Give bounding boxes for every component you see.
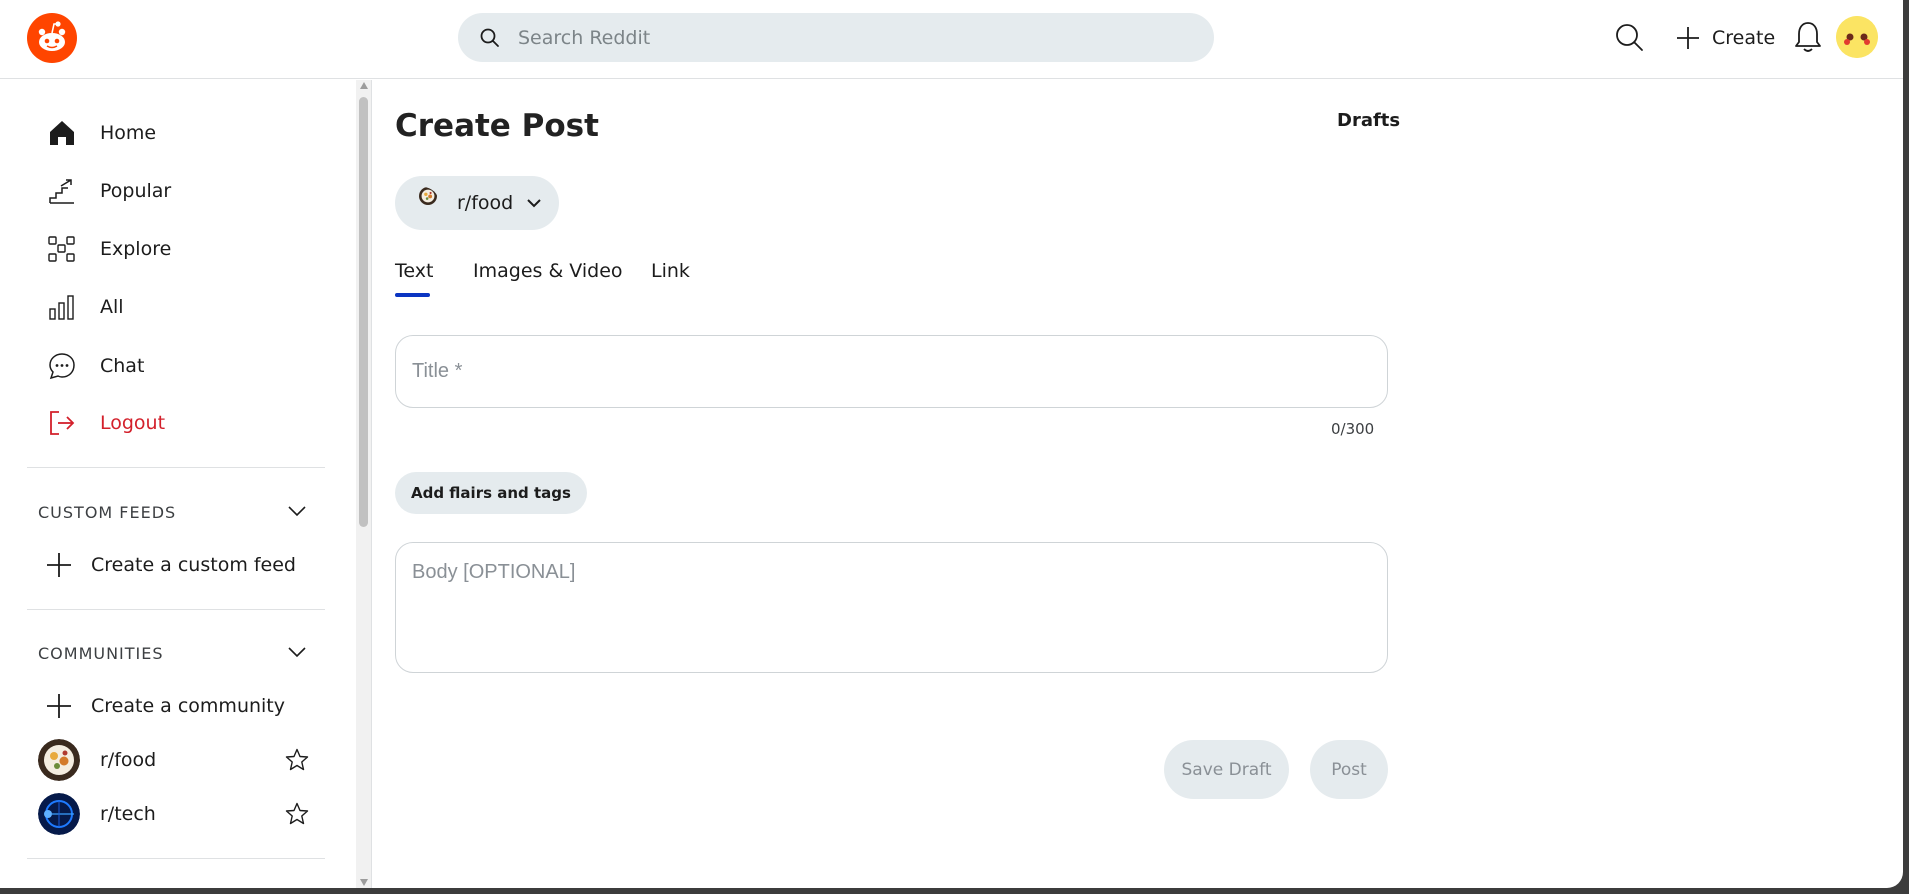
- tab-images-video[interactable]: Images & Video: [473, 260, 623, 282]
- plus-icon: [47, 553, 71, 577]
- explore-icon: [48, 236, 75, 262]
- logout-icon: [50, 411, 75, 435]
- title-input[interactable]: [395, 335, 1388, 408]
- community-item-tech[interactable]: r/tech: [38, 792, 310, 836]
- food-avatar-icon: [419, 187, 437, 205]
- star-icon[interactable]: [284, 801, 310, 827]
- selected-community-name: r/food: [457, 192, 514, 214]
- scroll-down-arrow-icon[interactable]: [360, 879, 368, 886]
- community-name: r/food: [100, 749, 157, 771]
- create-button[interactable]: Create: [1674, 22, 1775, 54]
- create-custom-feed-label: Create a custom feed: [91, 554, 296, 576]
- all-icon: [49, 295, 74, 320]
- food-avatar-icon: [38, 739, 80, 781]
- sidebar-item-label: Popular: [100, 180, 172, 202]
- sidebar-item-label: All: [100, 296, 124, 318]
- title-char-counter: 0/300: [1331, 420, 1375, 438]
- sidebar-divider: [27, 467, 325, 468]
- home-icon: [50, 121, 74, 145]
- sidebar-item-label: Home: [100, 122, 157, 144]
- top-header: Search Reddit Create: [0, 0, 1903, 79]
- plus-icon: [47, 694, 71, 718]
- scroll-up-arrow-icon[interactable]: [360, 82, 368, 89]
- reddit-logo-icon[interactable]: [27, 13, 77, 63]
- chat-icon: [49, 353, 75, 380]
- plus-icon: [1677, 27, 1699, 49]
- left-sidebar: Home Popular Explore All Chat Logout CUS…: [0, 80, 356, 888]
- scrollbar-thumb[interactable]: [359, 97, 368, 527]
- search-placeholder: Search Reddit: [518, 26, 651, 49]
- search-bar[interactable]: Search Reddit: [458, 13, 1214, 62]
- create-label: Create: [1712, 27, 1776, 49]
- sidebar-item-label: Explore: [100, 238, 172, 260]
- sidebar-divider: [27, 609, 325, 610]
- sidebar-item-label: Chat: [100, 355, 145, 377]
- sidebar-item-home[interactable]: Home: [47, 113, 156, 153]
- browser-window: Search Reddit Create Home Popular Explor…: [0, 0, 1903, 888]
- star-icon[interactable]: [284, 747, 310, 773]
- body-textarea[interactable]: [395, 542, 1388, 673]
- tab-text[interactable]: Text: [395, 260, 433, 282]
- community-item-food[interactable]: r/food: [38, 738, 310, 782]
- sidebar-item-logout[interactable]: Logout: [47, 403, 165, 443]
- sidebar-item-label: Logout: [100, 412, 166, 434]
- communities-heading: COMMUNITIES: [38, 644, 164, 663]
- avatar-face-icon: [1836, 16, 1878, 58]
- tab-link[interactable]: Link: [651, 260, 690, 282]
- chevron-down-icon[interactable]: [286, 641, 308, 663]
- community-selector[interactable]: r/food: [395, 176, 560, 230]
- create-community-label: Create a community: [91, 695, 285, 717]
- popular-icon: [49, 179, 74, 204]
- sidebar-scrollbar[interactable]: [356, 80, 372, 888]
- bell-icon[interactable]: [1793, 20, 1823, 54]
- community-avatar-food: [38, 739, 80, 781]
- chevron-down-icon: [527, 199, 541, 208]
- chevron-down-icon[interactable]: [286, 500, 308, 522]
- active-tab-indicator: [395, 293, 430, 297]
- search-icon: [480, 28, 499, 47]
- page-title: Create Post: [395, 108, 599, 144]
- sidebar-item-explore[interactable]: Explore: [47, 229, 171, 269]
- sidebar-item-popular[interactable]: Popular: [47, 171, 171, 211]
- user-avatar[interactable]: [1836, 16, 1878, 58]
- post-button[interactable]: Post: [1310, 740, 1388, 799]
- search-icon[interactable]: [1614, 22, 1645, 53]
- drafts-button[interactable]: Drafts: [1337, 110, 1400, 131]
- sidebar-divider: [27, 858, 325, 859]
- tech-avatar-icon: [38, 793, 80, 835]
- create-community-button[interactable]: Create a community: [45, 692, 285, 720]
- community-avatar-food: [407, 187, 439, 219]
- community-avatar-tech: [38, 793, 80, 835]
- create-custom-feed-button[interactable]: Create a custom feed: [45, 551, 296, 579]
- save-draft-button[interactable]: Save Draft: [1164, 740, 1289, 799]
- sidebar-item-chat[interactable]: Chat: [47, 346, 144, 386]
- community-name: r/tech: [100, 803, 156, 825]
- custom-feeds-heading: CUSTOM FEEDS: [38, 503, 177, 522]
- sidebar-item-all[interactable]: All: [47, 287, 124, 327]
- add-flairs-button[interactable]: Add flairs and tags: [395, 472, 587, 514]
